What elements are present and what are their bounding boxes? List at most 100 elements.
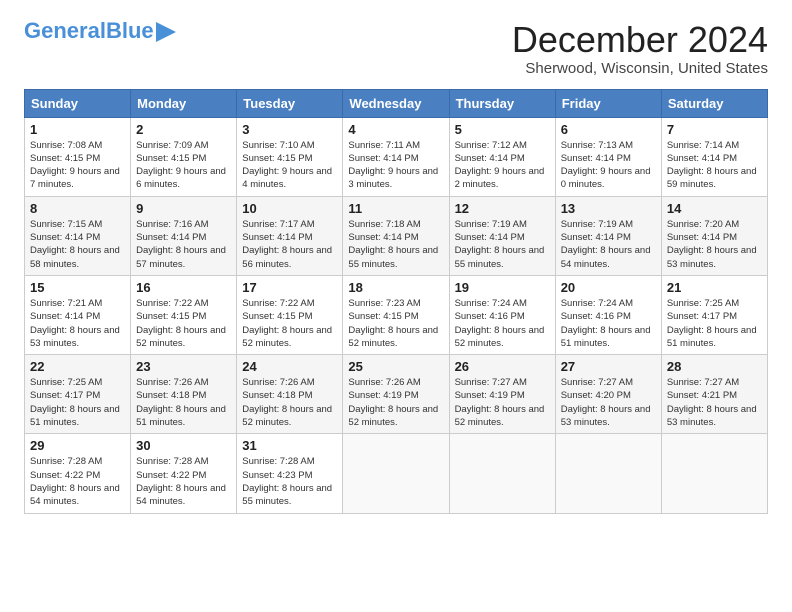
day-number: 17 xyxy=(242,280,337,295)
table-row: 27 Sunrise: 7:27 AM Sunset: 4:20 PM Dayl… xyxy=(555,355,661,434)
col-wednesday: Wednesday xyxy=(343,89,449,117)
table-row: 19 Sunrise: 7:24 AM Sunset: 4:16 PM Dayl… xyxy=(449,275,555,354)
col-friday: Friday xyxy=(555,89,661,117)
table-row: 17 Sunrise: 7:22 AM Sunset: 4:15 PM Dayl… xyxy=(237,275,343,354)
day-number: 25 xyxy=(348,359,443,374)
table-row: 18 Sunrise: 7:23 AM Sunset: 4:15 PM Dayl… xyxy=(343,275,449,354)
calendar-week-3: 15 Sunrise: 7:21 AM Sunset: 4:14 PM Dayl… xyxy=(25,275,768,354)
page-header: GeneralBlue December 2024 Sherwood, Wisc… xyxy=(24,20,768,77)
table-row: 7 Sunrise: 7:14 AM Sunset: 4:14 PM Dayli… xyxy=(661,117,767,196)
day-info: Sunrise: 7:27 AM Sunset: 4:20 PM Dayligh… xyxy=(561,376,656,429)
logo-blue: Blue xyxy=(106,18,154,43)
day-info: Sunrise: 7:19 AM Sunset: 4:14 PM Dayligh… xyxy=(455,218,550,271)
day-number: 2 xyxy=(136,122,231,137)
table-row: 12 Sunrise: 7:19 AM Sunset: 4:14 PM Dayl… xyxy=(449,196,555,275)
day-info: Sunrise: 7:18 AM Sunset: 4:14 PM Dayligh… xyxy=(348,218,443,271)
day-number: 18 xyxy=(348,280,443,295)
table-row: 21 Sunrise: 7:25 AM Sunset: 4:17 PM Dayl… xyxy=(661,275,767,354)
table-row: 16 Sunrise: 7:22 AM Sunset: 4:15 PM Dayl… xyxy=(131,275,237,354)
day-number: 11 xyxy=(348,201,443,216)
table-row: 6 Sunrise: 7:13 AM Sunset: 4:14 PM Dayli… xyxy=(555,117,661,196)
table-row xyxy=(449,434,555,513)
title-area: December 2024 Sherwood, Wisconsin, Unite… xyxy=(512,20,768,77)
day-info: Sunrise: 7:17 AM Sunset: 4:14 PM Dayligh… xyxy=(242,218,337,271)
day-number: 16 xyxy=(136,280,231,295)
logo-text: GeneralBlue xyxy=(24,20,154,42)
day-info: Sunrise: 7:15 AM Sunset: 4:14 PM Dayligh… xyxy=(30,218,125,271)
day-number: 21 xyxy=(667,280,762,295)
col-saturday: Saturday xyxy=(661,89,767,117)
table-row: 20 Sunrise: 7:24 AM Sunset: 4:16 PM Dayl… xyxy=(555,275,661,354)
table-row xyxy=(343,434,449,513)
table-row: 15 Sunrise: 7:21 AM Sunset: 4:14 PM Dayl… xyxy=(25,275,131,354)
day-info: Sunrise: 7:26 AM Sunset: 4:18 PM Dayligh… xyxy=(242,376,337,429)
calendar-week-5: 29 Sunrise: 7:28 AM Sunset: 4:22 PM Dayl… xyxy=(25,434,768,513)
table-row xyxy=(555,434,661,513)
table-row: 23 Sunrise: 7:26 AM Sunset: 4:18 PM Dayl… xyxy=(131,355,237,434)
day-number: 29 xyxy=(30,438,125,453)
month-title: December 2024 xyxy=(512,20,768,60)
col-sunday: Sunday xyxy=(25,89,131,117)
logo: GeneralBlue xyxy=(24,20,176,42)
day-info: Sunrise: 7:11 AM Sunset: 4:14 PM Dayligh… xyxy=(348,139,443,192)
day-info: Sunrise: 7:24 AM Sunset: 4:16 PM Dayligh… xyxy=(561,297,656,350)
day-number: 7 xyxy=(667,122,762,137)
day-number: 27 xyxy=(561,359,656,374)
day-number: 26 xyxy=(455,359,550,374)
logo-general: General xyxy=(24,18,106,43)
location-title: Sherwood, Wisconsin, United States xyxy=(512,60,768,77)
day-info: Sunrise: 7:26 AM Sunset: 4:19 PM Dayligh… xyxy=(348,376,443,429)
calendar-week-2: 8 Sunrise: 7:15 AM Sunset: 4:14 PM Dayli… xyxy=(25,196,768,275)
day-number: 20 xyxy=(561,280,656,295)
col-tuesday: Tuesday xyxy=(237,89,343,117)
table-row: 28 Sunrise: 7:27 AM Sunset: 4:21 PM Dayl… xyxy=(661,355,767,434)
table-row: 29 Sunrise: 7:28 AM Sunset: 4:22 PM Dayl… xyxy=(25,434,131,513)
table-row: 4 Sunrise: 7:11 AM Sunset: 4:14 PM Dayli… xyxy=(343,117,449,196)
table-row: 2 Sunrise: 7:09 AM Sunset: 4:15 PM Dayli… xyxy=(131,117,237,196)
day-number: 5 xyxy=(455,122,550,137)
day-info: Sunrise: 7:27 AM Sunset: 4:19 PM Dayligh… xyxy=(455,376,550,429)
day-info: Sunrise: 7:08 AM Sunset: 4:15 PM Dayligh… xyxy=(30,139,125,192)
day-info: Sunrise: 7:27 AM Sunset: 4:21 PM Dayligh… xyxy=(667,376,762,429)
day-number: 8 xyxy=(30,201,125,216)
table-row: 8 Sunrise: 7:15 AM Sunset: 4:14 PM Dayli… xyxy=(25,196,131,275)
col-thursday: Thursday xyxy=(449,89,555,117)
table-row: 14 Sunrise: 7:20 AM Sunset: 4:14 PM Dayl… xyxy=(661,196,767,275)
day-number: 19 xyxy=(455,280,550,295)
day-number: 15 xyxy=(30,280,125,295)
table-row: 1 Sunrise: 7:08 AM Sunset: 4:15 PM Dayli… xyxy=(25,117,131,196)
day-info: Sunrise: 7:20 AM Sunset: 4:14 PM Dayligh… xyxy=(667,218,762,271)
day-number: 13 xyxy=(561,201,656,216)
day-number: 4 xyxy=(348,122,443,137)
table-row: 9 Sunrise: 7:16 AM Sunset: 4:14 PM Dayli… xyxy=(131,196,237,275)
day-info: Sunrise: 7:28 AM Sunset: 4:22 PM Dayligh… xyxy=(136,455,231,508)
day-number: 1 xyxy=(30,122,125,137)
day-number: 30 xyxy=(136,438,231,453)
day-info: Sunrise: 7:28 AM Sunset: 4:23 PM Dayligh… xyxy=(242,455,337,508)
table-row: 10 Sunrise: 7:17 AM Sunset: 4:14 PM Dayl… xyxy=(237,196,343,275)
table-row: 5 Sunrise: 7:12 AM Sunset: 4:14 PM Dayli… xyxy=(449,117,555,196)
day-number: 9 xyxy=(136,201,231,216)
day-info: Sunrise: 7:24 AM Sunset: 4:16 PM Dayligh… xyxy=(455,297,550,350)
day-number: 31 xyxy=(242,438,337,453)
day-number: 6 xyxy=(561,122,656,137)
calendar-week-1: 1 Sunrise: 7:08 AM Sunset: 4:15 PM Dayli… xyxy=(25,117,768,196)
day-number: 10 xyxy=(242,201,337,216)
day-info: Sunrise: 7:13 AM Sunset: 4:14 PM Dayligh… xyxy=(561,139,656,192)
day-info: Sunrise: 7:25 AM Sunset: 4:17 PM Dayligh… xyxy=(667,297,762,350)
table-row: 24 Sunrise: 7:26 AM Sunset: 4:18 PM Dayl… xyxy=(237,355,343,434)
table-row: 26 Sunrise: 7:27 AM Sunset: 4:19 PM Dayl… xyxy=(449,355,555,434)
calendar-table: Sunday Monday Tuesday Wednesday Thursday… xyxy=(24,89,768,514)
day-info: Sunrise: 7:28 AM Sunset: 4:22 PM Dayligh… xyxy=(30,455,125,508)
table-row: 11 Sunrise: 7:18 AM Sunset: 4:14 PM Dayl… xyxy=(343,196,449,275)
day-info: Sunrise: 7:10 AM Sunset: 4:15 PM Dayligh… xyxy=(242,139,337,192)
day-number: 24 xyxy=(242,359,337,374)
day-number: 3 xyxy=(242,122,337,137)
day-info: Sunrise: 7:25 AM Sunset: 4:17 PM Dayligh… xyxy=(30,376,125,429)
day-info: Sunrise: 7:16 AM Sunset: 4:14 PM Dayligh… xyxy=(136,218,231,271)
table-row: 30 Sunrise: 7:28 AM Sunset: 4:22 PM Dayl… xyxy=(131,434,237,513)
day-info: Sunrise: 7:19 AM Sunset: 4:14 PM Dayligh… xyxy=(561,218,656,271)
table-row: 3 Sunrise: 7:10 AM Sunset: 4:15 PM Dayli… xyxy=(237,117,343,196)
day-number: 28 xyxy=(667,359,762,374)
logo-icon xyxy=(156,22,176,42)
